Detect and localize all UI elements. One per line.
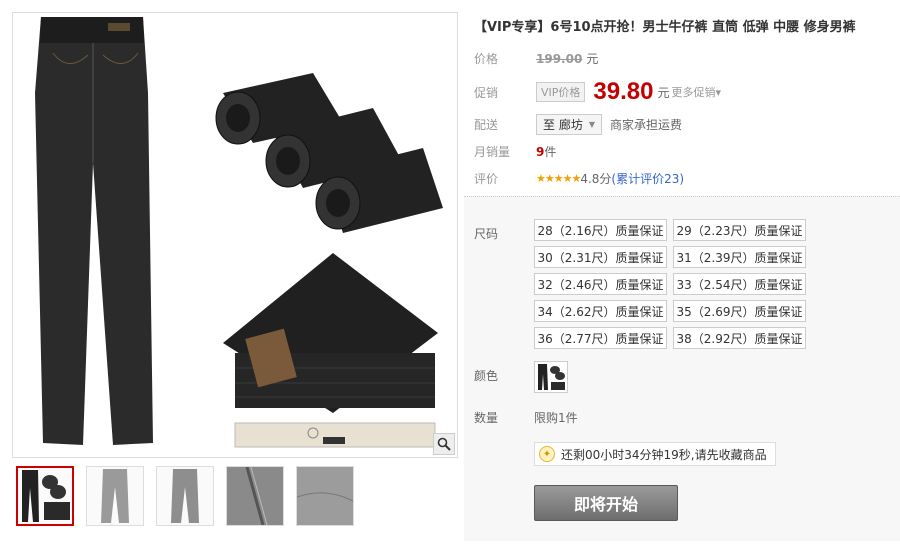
chevron-down-icon: ▼ (588, 120, 595, 129)
shipping-note: 商家承担运费 (609, 118, 682, 132)
thumbnail-3[interactable] (156, 466, 214, 526)
vip-price-badge: VIP价格 (536, 82, 586, 102)
thumbnail-4[interactable] (226, 466, 284, 526)
color-option-black[interactable] (534, 361, 568, 393)
review-count-link[interactable]: (累计评价23) (611, 170, 684, 187)
size-option[interactable]: 30（2.31尺）质量保证 (534, 246, 667, 268)
price-row: 价格 199.00 元 (474, 50, 598, 67)
monthly-sales-row: 月销量 9 件 (474, 143, 556, 160)
zoom-button[interactable] (433, 433, 455, 455)
size-option[interactable]: 31（2.39尺）质量保证 (673, 246, 806, 268)
sku-panel: 尺码 28（2.16尺）质量保证 29（2.23尺）质量保证 30（2.31尺）质量… (464, 196, 900, 541)
jeans-photo (35, 17, 443, 448)
shipping-destination-select[interactable]: 至 廊坊 ▼ (536, 114, 602, 135)
coming-soon-button[interactable]: 即将开始 (534, 485, 678, 521)
thumbnail-5[interactable] (296, 466, 354, 526)
promo-unit: 元 (657, 85, 670, 100)
countdown-text: 还剩00小时34分钟19秒,请先收藏商品 (561, 447, 767, 462)
monthly-sales-unit: 件 (544, 145, 557, 159)
size-option[interactable]: 32（2.46尺）质量保证 (534, 273, 667, 295)
thumb-black-jeans (22, 470, 70, 522)
shipping-label: 配送 (474, 118, 499, 132)
shipping-row: 配送 至 廊坊 ▼ 商家承担运费 (474, 114, 682, 135)
review-prefix: (累计评价 (611, 172, 665, 186)
review-suffix: ) (679, 172, 685, 186)
product-title: 【VIP专享】6号10点开抢！男士牛仔裤 直筒 低弹 中腰 修身男裤 (474, 20, 856, 35)
review-count: 23 (664, 172, 680, 186)
thumb-fabric-detail (297, 467, 353, 525)
thumb-grey-jeans-back (171, 469, 199, 523)
countdown-reminder: ✦ 还剩00小时34分钟19秒,请先收藏商品 (534, 442, 776, 466)
main-product-image[interactable] (12, 12, 458, 458)
thumbnail-2[interactable] (86, 466, 144, 526)
more-promotions-link[interactable]: 更多促销▾ (671, 84, 721, 100)
size-option[interactable]: 38（2.92尺）质量保证 (673, 327, 806, 349)
original-price: 199.00 (536, 52, 583, 66)
promo-price: 39.80 (593, 78, 654, 105)
color-swatch-image (538, 364, 565, 390)
monthly-sales-count: 9 (536, 145, 545, 159)
size-options: 28（2.16尺）质量保证 29（2.23尺）质量保证 30（2.31尺）质量保证 3… (534, 219, 806, 349)
size-option[interactable]: 34（2.62尺）质量保证 (534, 300, 667, 322)
promo-label: 促销 (474, 85, 499, 100)
thumbnail-strip (16, 466, 354, 526)
price-label: 价格 (474, 52, 499, 66)
thumb-grey-jeans (101, 469, 129, 523)
size-option[interactable]: 35（2.69尺）质量保证 (673, 300, 806, 322)
magnifier-icon (437, 437, 451, 451)
monthly-sales-label: 月销量 (474, 145, 511, 159)
rating-score: 4.8分 (580, 172, 612, 186)
thumbnail-1[interactable] (16, 466, 74, 526)
size-option[interactable]: 33（2.54尺）质量保证 (673, 273, 806, 295)
thumb-zipper-detail (227, 467, 283, 525)
rating-label: 评价 (474, 172, 499, 186)
size-option[interactable]: 28（2.16尺）质量保证 (534, 219, 667, 241)
color-label: 颜色 (474, 369, 499, 383)
quantity-limit: 限购1件 (534, 411, 578, 425)
rating-row: 评价 ★★★★★ 4.8分 (累计评价23) (474, 170, 684, 187)
price-unit: 元 (586, 52, 599, 66)
promo-row: 促销 VIP价格 39.80 元 更多促销▾ (474, 78, 721, 106)
shipping-destination: 至 廊坊 (543, 118, 583, 132)
lightbulb-icon: ✦ (539, 446, 555, 462)
size-label: 尺码 (474, 227, 499, 241)
rating-stars: ★★★★★ (536, 172, 581, 185)
size-option[interactable]: 36（2.77尺）质量保证 (534, 327, 667, 349)
size-option[interactable]: 29（2.23尺）质量保证 (673, 219, 806, 241)
quantity-label: 数量 (474, 411, 499, 425)
